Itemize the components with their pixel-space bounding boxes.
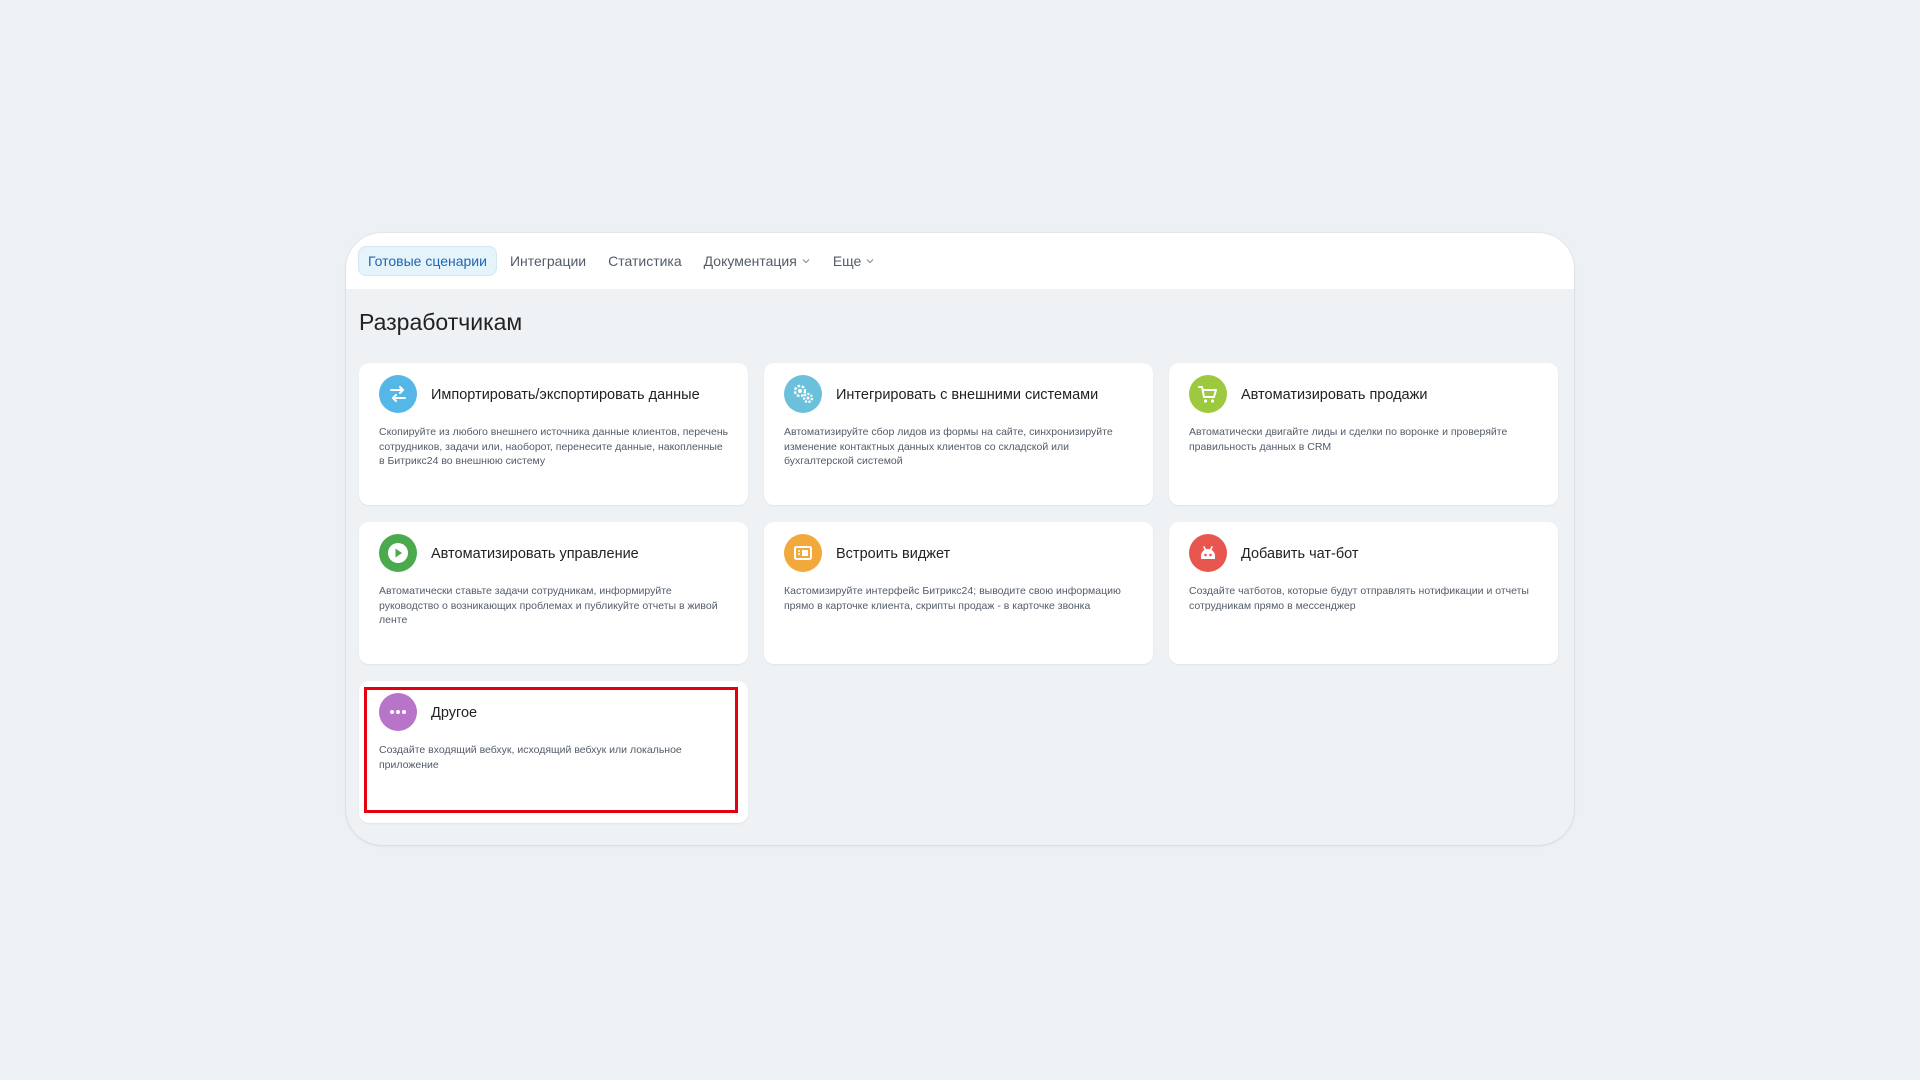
tab-more[interactable]: Еще (824, 247, 885, 275)
card-integrate-external[interactable]: Интегрировать с внешними системами Автом… (764, 363, 1153, 505)
card-description: Автоматически ставьте задачи сотрудникам… (379, 585, 718, 626)
card-description: Автоматически двигайте лиды и сделки по … (1189, 426, 1508, 453)
card-description: Автоматизируйте сбор лидов из формы на с… (784, 426, 1113, 467)
card-other[interactable]: Другое Создайте входящий вебхук, исходящ… (359, 681, 748, 823)
tab-label: Готовые сценарии (368, 253, 487, 269)
widget-icon (784, 534, 822, 572)
card-embed-widget[interactable]: Встроить виджет Кастомизируйте интерфейс… (764, 522, 1153, 664)
tab-statistics[interactable]: Статистика (599, 247, 691, 275)
robot-icon (1189, 534, 1227, 572)
top-navigation: Готовые сценарии Интеграции Статистика Д… (346, 233, 1574, 289)
tab-label: Статистика (608, 253, 682, 269)
gears-icon (784, 375, 822, 413)
more-dots-icon (379, 693, 417, 731)
chevron-down-icon (802, 259, 810, 264)
tab-label: Еще (832, 253, 862, 269)
card-description: Кастомизируйте интерфейс Битрикс24; выво… (784, 585, 1121, 612)
card-title: Автоматизировать управление (431, 546, 639, 562)
page-title: Разработчикам (359, 309, 523, 335)
card-title: Другое (431, 705, 478, 721)
card-description: Создайте входящий вебхук, исходящий вебх… (379, 744, 682, 771)
transfer-arrows-icon (379, 375, 417, 413)
card-description: Создайте чатботов, которые будут отправл… (1189, 585, 1529, 612)
card-import-export[interactable]: Импортировать/экспортировать данные Скоп… (359, 363, 748, 505)
tab-ready-scenarios[interactable]: Готовые сценарии (358, 246, 497, 276)
card-automate-sales[interactable]: Автоматизировать продажи Автоматически д… (1169, 363, 1558, 505)
card-title: Интегрировать с внешними системами (836, 387, 1099, 403)
play-icon (379, 534, 417, 572)
developer-panel: Готовые сценарии Интеграции Статистика Д… (346, 233, 1574, 845)
card-title: Автоматизировать продажи (1241, 387, 1428, 403)
card-automate-management[interactable]: Автоматизировать управление Автоматическ… (359, 522, 748, 664)
tab-documentation[interactable]: Документация (695, 247, 820, 275)
chevron-down-icon (866, 259, 874, 264)
tab-label: Документация (703, 253, 797, 269)
tab-integrations[interactable]: Интеграции (501, 247, 595, 275)
card-add-chatbot[interactable]: Добавить чат-бот Создайте чатботов, кото… (1169, 522, 1558, 664)
tab-label: Интеграции (509, 253, 587, 269)
card-title: Встроить виджет (836, 546, 951, 562)
card-description: Скопируйте из любого внешнего источника … (379, 426, 729, 467)
card-title: Добавить чат-бот (1241, 546, 1359, 562)
card-title: Импортировать/экспортировать данные (431, 387, 700, 403)
cart-icon (1189, 375, 1227, 413)
